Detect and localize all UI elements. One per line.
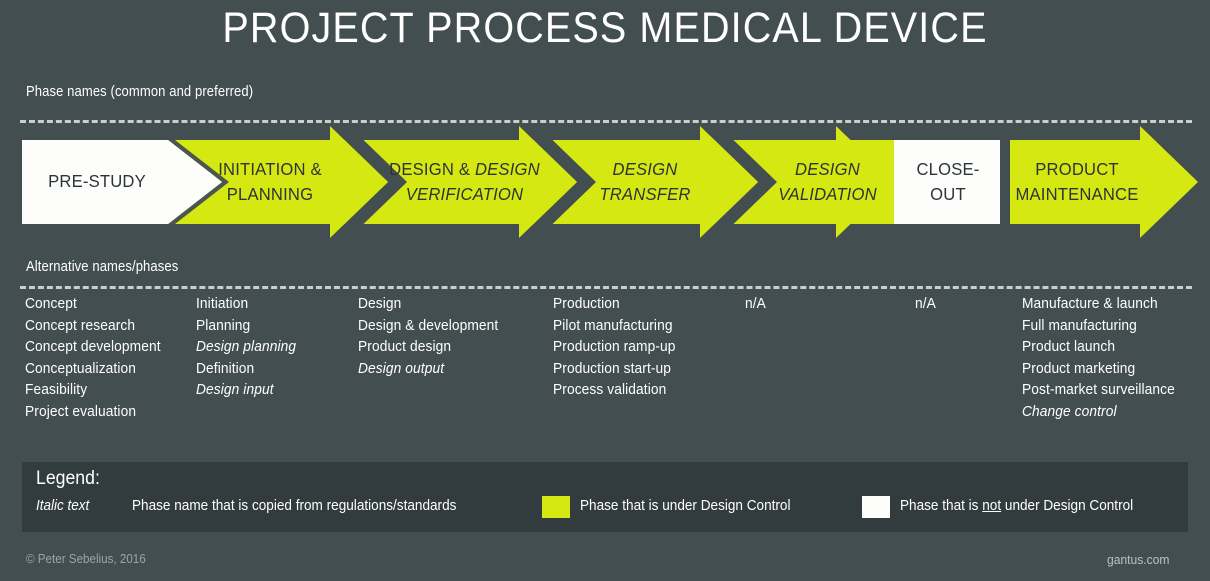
phase-arrow-band: PRE-STUDY INITIATION & PLANNING DESIGN & … [0,126,1210,238]
legend-title: Legend: [36,468,100,489]
legend-white-description: Phase that is not under Design Control [900,498,1134,514]
legend-swatch-yellow [542,496,570,518]
phase-label-design-transfer: DESIGN TRANSFER [599,159,691,204]
alt-name-item: Pilot manufacturing [553,317,673,334]
alt-name-item: Conceptualization [25,360,136,377]
copyright-text: © Peter Sebelius, 2016 [26,552,146,566]
phase-label-pre-study: PRE-STUDY [48,171,146,191]
phase-label-close-out: CLOSE- OUT [916,159,980,204]
phase-label-design-verification: DESIGN & DESIGN VERIFICATION [389,159,540,204]
legend-panel: Legend: Italic text Phase name that is c… [22,462,1188,532]
alt-name-item: Design input [196,382,274,398]
alt-name-item: Design & development [358,317,499,334]
legend-row: Phase name that is copied from regulatio… [22,496,1188,522]
phase-label-product-maintenance: PRODUCT MAINTENANCE [1015,159,1139,204]
divider-top [20,120,1192,123]
diagram-canvas: PROJECT PROCESS MEDICAL DEVICE Phase nam… [0,0,1210,581]
legend-yellow-description: Phase that is under Design Control [580,498,791,514]
alt-column-5: n/A [745,294,768,316]
alt-name-item: Definition [196,360,255,377]
alt-name-item: Process validation [553,382,667,398]
alt-name-item: Design [358,296,402,312]
alt-column-1: Concept Concept research Concept developme… [25,294,171,423]
alt-name-item: Production ramp-up [553,339,676,355]
alt-name-item: n/A [915,296,936,312]
legend-swatch-white [862,496,890,518]
alt-name-item: Change control [1022,403,1117,420]
divider-middle [20,286,1192,289]
alt-name-item: Product marketing [1022,360,1136,377]
alt-column-6: n/A [915,294,938,316]
alt-name-item: Post-market surveillance [1022,382,1175,398]
alt-column-3: Design Design & development Product design… [358,294,509,380]
alt-name-item: Production [553,296,620,312]
phase-label-initiation-planning: INITIATION & PLANNING [218,159,322,204]
alt-column-2: Initiation Planning Design planning Definit… [196,294,304,402]
alt-column-4: Production Pilot manufacturing Production … [553,294,685,402]
alt-name-item: Design output [358,360,445,377]
alt-name-item: Production start-up [553,360,672,377]
page-title: PROJECT PROCESS MEDICAL DEVICE [222,4,988,52]
alt-name-item: Project evaluation [25,403,137,420]
alt-name-item: Concept [25,296,77,312]
alt-name-item: Initiation [196,296,249,312]
alt-name-item: n/A [745,296,766,312]
alt-names-caption: Alternative names/phases [26,259,179,275]
alt-column-7: Manufacture & launch Full manufacturing Pr… [1022,294,1186,423]
alt-name-item: Full manufacturing [1022,317,1137,334]
alt-name-item: Concept development [25,339,161,355]
phase-names-caption: Phase names (common and preferred) [26,84,254,100]
alt-name-item: Concept research [25,317,136,334]
alt-name-item: Feasibility [25,382,88,398]
phase-label-design-validation: DESIGN VALIDATION [778,159,877,204]
alt-names-columns: Concept Concept research Concept developme… [0,294,1210,434]
alt-name-item: Product launch [1022,339,1116,355]
legend-italic-description: Phase name that is copied from regulatio… [132,498,457,514]
alt-name-item: Manufacture & launch [1022,296,1158,312]
alt-name-item: Planning [196,317,251,334]
alt-name-item: Product design [358,339,452,355]
alt-name-item: Design planning [196,339,297,355]
website-link[interactable]: gantus.com [1107,552,1169,567]
